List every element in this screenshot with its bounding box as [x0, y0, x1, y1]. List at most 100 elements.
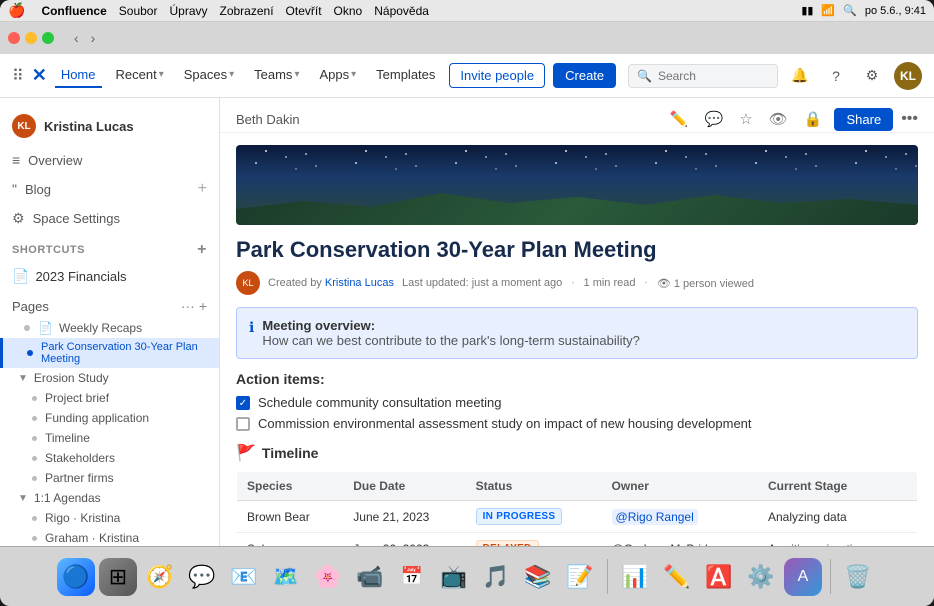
nav-templates[interactable]: Templates [370, 63, 441, 88]
tree-1on1-label: 1:1 Agendas [34, 491, 101, 505]
tree-partner-firms[interactable]: Partner firms [0, 468, 219, 488]
menu-napoveda[interactable]: Nápověda [374, 4, 429, 18]
mention-rigo[interactable]: @Rigo Rangel [612, 509, 698, 525]
dock-safari-icon[interactable]: 🧭 [141, 558, 179, 596]
blog-add-icon[interactable]: + [198, 180, 207, 198]
menu-otevrit[interactable]: Otevřít [286, 4, 322, 18]
invite-people-button[interactable]: Invite people [449, 63, 545, 88]
nav-spaces[interactable]: Spaces ▾ [178, 63, 240, 88]
table-header: Species Due Date Status Owner Current St… [237, 472, 918, 501]
action-item-2: Commission environmental assessment stud… [236, 416, 918, 431]
settings-button[interactable]: ⚙ [858, 62, 886, 90]
maximize-button[interactable] [42, 32, 54, 44]
create-button[interactable]: Create [553, 63, 616, 88]
shortcut-financials[interactable]: 📄 2023 Financials [0, 263, 219, 290]
menu-upravy[interactable]: Úpravy [169, 4, 207, 18]
action-item-2-text: Commission environmental assessment stud… [258, 416, 752, 431]
nav-recent[interactable]: Recent ▾ [110, 63, 170, 88]
nav-apps[interactable]: Apps ▾ [313, 63, 362, 88]
tree-project-brief-label: Project brief [45, 391, 109, 405]
sidebar-space-settings[interactable]: ⚙ Space Settings [0, 204, 219, 233]
menu-zobrazeni[interactable]: Zobrazení [220, 4, 274, 18]
tree-project-brief[interactable]: Project brief [0, 388, 219, 408]
search-input[interactable] [658, 69, 769, 83]
user-avatar[interactable]: KL [894, 62, 922, 90]
tree-1on1-agendas[interactable]: ▼ 1:1 Agendas [0, 488, 219, 508]
tree-weekly-recaps[interactable]: 📄 Weekly Recaps [0, 318, 219, 338]
page-read-time: 1 min read [584, 277, 636, 289]
nav-teams[interactable]: Teams ▾ [248, 63, 305, 88]
menubar-search-icon[interactable]: 🔍 [843, 4, 857, 17]
cell-due-1: June 21, 2023 [343, 501, 465, 533]
help-button[interactable]: ? [822, 62, 850, 90]
dock-trash-icon[interactable]: 🗑️ [839, 558, 877, 596]
dock-maps-icon[interactable]: 🗺️ [267, 558, 305, 596]
star-icon[interactable]: ☆ [735, 106, 756, 132]
restrict-icon[interactable]: 🔒 [800, 106, 827, 132]
close-button[interactable] [8, 32, 20, 44]
dock-launchpad-icon[interactable]: ⊞ [99, 558, 137, 596]
dock-books-icon[interactable]: 📚 [519, 558, 557, 596]
status-badge-inprogress: IN PROGRESS [476, 508, 563, 525]
minimize-button[interactable] [25, 32, 37, 44]
pages-dots-icon[interactable]: ··· [181, 298, 195, 314]
menubar-right: ▮▮ 📶 🔍 po 5.6., 9:41 [801, 4, 926, 17]
share-button[interactable]: Share [834, 108, 893, 131]
dock-notes-icon[interactable]: 📝 [561, 558, 599, 596]
pages-add-icon[interactable]: + [199, 298, 207, 314]
dock-messages-icon[interactable]: 💬 [183, 558, 221, 596]
tree-park-conservation[interactable]: Park Conservation 30-Year Plan Meeting [0, 338, 219, 368]
dock-tv-icon[interactable]: 📺 [435, 558, 473, 596]
tree-item-label-active: Park Conservation 30-Year Plan Meeting [41, 341, 207, 365]
back-button[interactable]: ‹ [70, 28, 83, 48]
checkbox-unchecked-icon[interactable] [236, 417, 250, 431]
tree-funding-application[interactable]: Funding application [0, 408, 219, 428]
dock-photos-icon[interactable]: 🌸 [309, 558, 347, 596]
tree-erosion-study[interactable]: ▼ Erosion Study [0, 368, 219, 388]
tree-rigo-kristina[interactable]: Rigo · Kristina [0, 508, 219, 528]
pages-header: Pages ··· + [0, 290, 219, 318]
forward-button[interactable]: › [87, 28, 100, 48]
dock-music-icon[interactable]: 🎵 [477, 558, 515, 596]
checkbox-checked-icon[interactable]: ✓ [236, 396, 250, 410]
menu-bar: 🍎 Confluence Soubor Úpravy Zobrazení Ote… [0, 0, 934, 22]
browser-chrome: ‹ › [0, 22, 934, 54]
author-link[interactable]: Kristina Lucas [325, 277, 394, 289]
dock-arc-icon[interactable]: A [784, 558, 822, 596]
nav-home[interactable]: Home [55, 63, 102, 88]
edit-icon[interactable]: ✏️ [666, 106, 693, 132]
info-box: ℹ Meeting overview: How can we best cont… [236, 307, 918, 359]
tree-timeline-label: Timeline [45, 431, 90, 445]
dock-facetime-icon[interactable]: 📹 [351, 558, 389, 596]
content-area: Beth Dakin ✏️ 💬 ☆ 👁 🔒 Share ••• [220, 98, 934, 546]
shortcuts-add-icon[interactable]: + [197, 241, 207, 259]
watch-icon[interactable]: 👁 [765, 106, 792, 132]
timeline-header: 🚩 Timeline [236, 443, 918, 463]
more-options-button[interactable]: ••• [901, 110, 918, 128]
menu-items: Soubor Úpravy Zobrazení Otevřít Okno Náp… [119, 4, 429, 18]
tree-timeline[interactable]: Timeline [0, 428, 219, 448]
tree-dot6-icon [32, 516, 37, 521]
table-row: Brown Bear June 21, 2023 IN PROGRESS @Ri… [237, 501, 918, 533]
tree-stakeholders[interactable]: Stakeholders [0, 448, 219, 468]
dock-numbers-icon[interactable]: 📊 [616, 558, 654, 596]
sidebar-username: Kristina Lucas [44, 119, 134, 134]
action-items-title: Action items: [236, 371, 918, 387]
dock-appstore-icon[interactable]: 🅰️ [700, 558, 738, 596]
tree-graham-kristina[interactable]: Graham · Kristina [0, 528, 219, 546]
dock-system-prefs-icon[interactable]: ⚙️ [742, 558, 780, 596]
dock-mail-icon[interactable]: 📧 [225, 558, 263, 596]
tree-rigo-label: Rigo · Kristina [45, 511, 120, 525]
apps-grid-icon[interactable]: ⠿ [12, 66, 24, 86]
sidebar-overview[interactable]: ≡ Overview [0, 146, 219, 174]
notifications-button[interactable]: 🔔 [786, 62, 814, 90]
sidebar-blog[interactable]: " Blog + [0, 174, 219, 204]
dock-calendar-icon[interactable]: 📅 [393, 558, 431, 596]
menu-okno[interactable]: Okno [334, 4, 363, 18]
dock-pages-icon[interactable]: ✏️ [658, 558, 696, 596]
comment-icon[interactable]: 💬 [701, 106, 728, 132]
dock-finder-icon[interactable]: 🔵 [57, 558, 95, 596]
cell-owner-1: @Rigo Rangel [602, 501, 758, 533]
cell-species-2: Salmon [237, 533, 344, 547]
menu-soubor[interactable]: Soubor [119, 4, 158, 18]
